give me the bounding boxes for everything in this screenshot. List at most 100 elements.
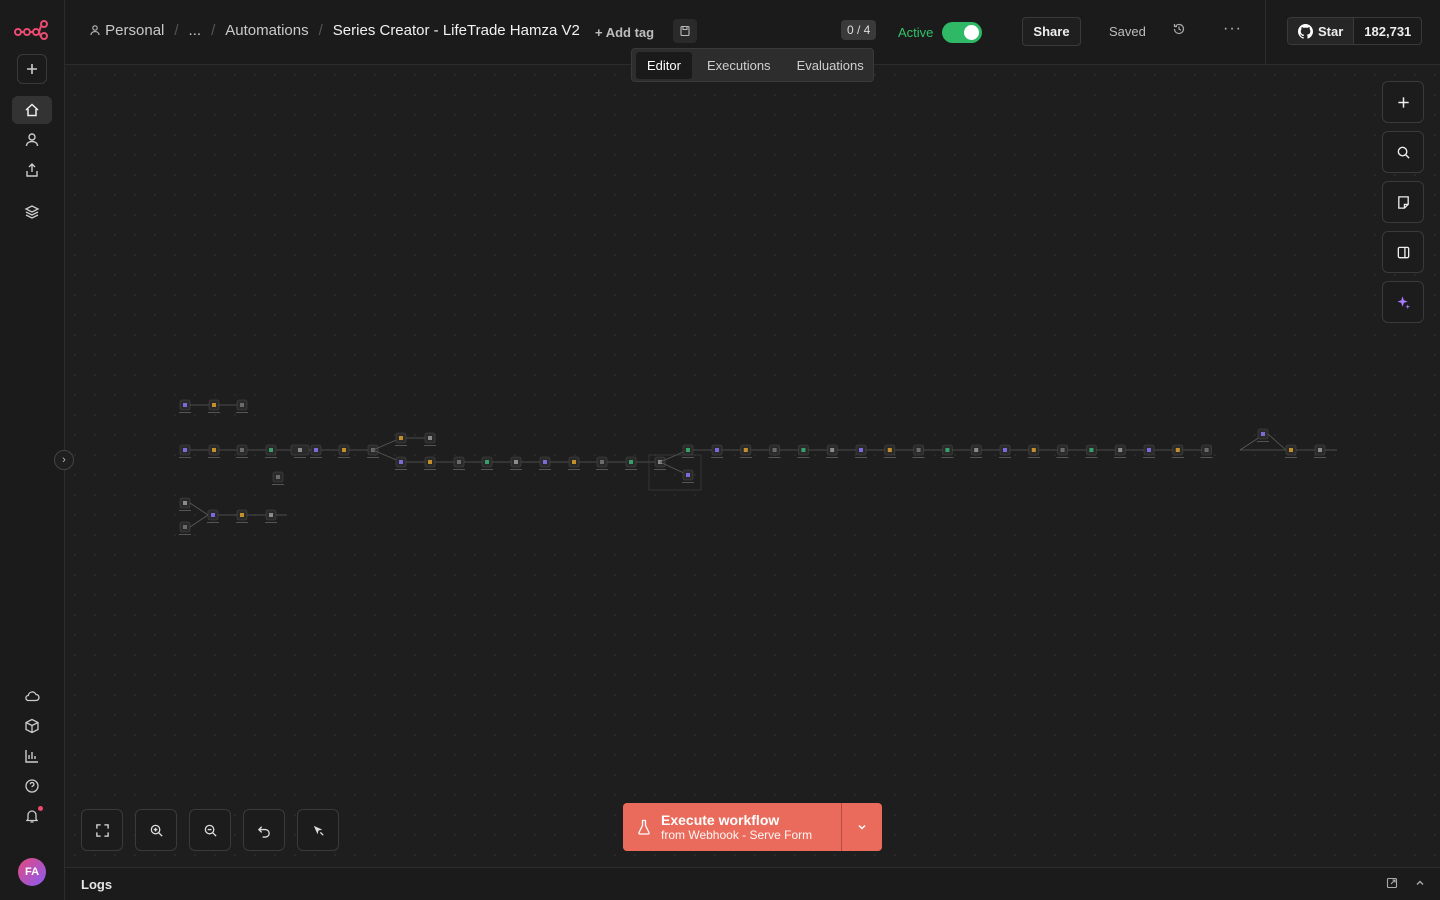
- tidy-up-button[interactable]: [297, 809, 339, 851]
- workflow-title[interactable]: Series Creator - LifeTrade Hamza V2: [333, 22, 580, 39]
- workflow-node[interactable]: [682, 444, 694, 458]
- workflow-node[interactable]: [1027, 444, 1040, 458]
- workflow-node[interactable]: [510, 456, 522, 470]
- workflow-node[interactable]: [970, 444, 983, 458]
- more-options-button[interactable]: ···: [1223, 20, 1242, 38]
- workflow-node[interactable]: [912, 444, 925, 458]
- undo-button[interactable]: [243, 809, 285, 851]
- workflow-node[interactable]: [179, 521, 191, 535]
- workflow-node[interactable]: [481, 456, 493, 470]
- workflow-node[interactable]: [395, 456, 407, 470]
- execute-trigger-dropdown[interactable]: [841, 803, 882, 851]
- sidebar-item-help[interactable]: [12, 772, 52, 800]
- workflow-node[interactable]: [711, 444, 723, 458]
- archive-icon[interactable]: [673, 19, 697, 43]
- workflow-node[interactable]: [1285, 444, 1297, 458]
- pop-out-icon[interactable]: [1386, 877, 1398, 892]
- toggle-panel-button[interactable]: [1382, 231, 1424, 273]
- workflow-node[interactable]: [1200, 444, 1213, 458]
- workflow-node[interactable]: [453, 456, 465, 470]
- workflow-node[interactable]: [855, 444, 867, 458]
- workflow-node[interactable]: [236, 509, 248, 523]
- github-star-count[interactable]: 182,731: [1354, 18, 1421, 44]
- workflow-node[interactable]: [265, 444, 277, 458]
- breadcrumb-ellipsis[interactable]: ...: [189, 22, 202, 39]
- avatar[interactable]: FA: [18, 858, 46, 886]
- workflow-nodes-layer: [179, 399, 1337, 535]
- chart-icon: [25, 750, 38, 763]
- workflow-node[interactable]: [310, 444, 322, 458]
- workflow-canvas[interactable]: [65, 65, 1440, 867]
- sidebar-item-overview[interactable]: [12, 96, 52, 124]
- zoom-in-button[interactable]: [135, 809, 177, 851]
- workflow-node[interactable]: [424, 432, 436, 446]
- workflow-node[interactable]: [1114, 444, 1127, 458]
- workflow-node[interactable]: [682, 469, 694, 483]
- execute-workflow-button[interactable]: Execute workflow from Webhook - Serve Fo…: [623, 803, 841, 851]
- workflow-node[interactable]: [272, 471, 284, 485]
- workflow-node[interactable]: [265, 509, 277, 523]
- workflow-node[interactable]: [1171, 444, 1184, 458]
- add-node-button[interactable]: [1382, 81, 1424, 123]
- fit-view-button[interactable]: [81, 809, 123, 851]
- workflow-node[interactable]: [826, 444, 839, 458]
- n8n-logo[interactable]: [14, 18, 48, 42]
- workflow-node[interactable]: [999, 444, 1011, 458]
- sidebar-item-shared[interactable]: [12, 156, 52, 184]
- active-label: Active: [898, 25, 934, 40]
- workflow-node[interactable]: [625, 456, 637, 470]
- workflow-node[interactable]: [338, 444, 350, 458]
- workflow-node[interactable]: [1314, 444, 1326, 458]
- create-button[interactable]: [17, 54, 47, 84]
- workflow-node[interactable]: [883, 444, 896, 458]
- sidebar-item-cloud[interactable]: [12, 682, 52, 710]
- add-tag-button[interactable]: + Add tag: [595, 25, 654, 40]
- workflow-node[interactable]: [596, 456, 608, 470]
- logs-panel[interactable]: Logs: [65, 867, 1440, 900]
- workflow-node[interactable]: [179, 497, 191, 511]
- workflow-node[interactable]: [568, 456, 580, 470]
- workflow-node[interactable]: [941, 444, 954, 458]
- workflow-node[interactable]: [1056, 444, 1069, 458]
- workflow-node[interactable]: [207, 509, 219, 523]
- workflow-node[interactable]: [179, 399, 191, 413]
- chevron-up-icon[interactable]: [1414, 877, 1426, 892]
- tab-evaluations[interactable]: Evaluations: [786, 52, 875, 79]
- sidebar-item-personal[interactable]: [12, 126, 52, 154]
- workflow-node[interactable]: [236, 444, 248, 458]
- search-nodes-button[interactable]: [1382, 131, 1424, 173]
- share-button[interactable]: Share: [1022, 17, 1081, 46]
- sidebar-item-templates[interactable]: [12, 198, 52, 226]
- breadcrumb-personal[interactable]: Personal: [89, 22, 164, 39]
- breadcrumb-folder[interactable]: Automations: [225, 22, 308, 39]
- workflow-node[interactable]: [768, 444, 781, 458]
- ai-assistant-button[interactable]: [1382, 281, 1424, 323]
- add-sticky-note-button[interactable]: [1382, 181, 1424, 223]
- workflow-node[interactable]: [424, 456, 436, 470]
- workflow-node[interactable]: [208, 444, 220, 458]
- sidebar-item-insights[interactable]: [12, 742, 52, 770]
- github-star-widget[interactable]: Star 182,731: [1287, 17, 1423, 45]
- github-star-button[interactable]: Star: [1288, 18, 1355, 44]
- workflow-node[interactable]: [1085, 444, 1098, 458]
- workflow-node[interactable]: [395, 432, 407, 446]
- zoom-out-button[interactable]: [189, 809, 231, 851]
- workflow-node[interactable]: [290, 444, 310, 458]
- workflow-node[interactable]: [739, 444, 752, 458]
- workflow-node[interactable]: [236, 399, 248, 413]
- tab-editor[interactable]: Editor: [636, 51, 692, 79]
- production-checklist-counter[interactable]: 0 / 4: [841, 20, 877, 40]
- history-icon[interactable]: [1172, 22, 1186, 41]
- workflow-node[interactable]: [1257, 428, 1269, 442]
- sidebar-item-packages[interactable]: [12, 712, 52, 740]
- tab-executions[interactable]: Executions: [696, 52, 782, 79]
- workflow-node[interactable]: [208, 399, 220, 413]
- workflow-node[interactable]: [179, 444, 191, 458]
- workflow-node[interactable]: [797, 444, 810, 458]
- expand-sidebar-button[interactable]: ›: [54, 450, 74, 470]
- sidebar-item-notifications[interactable]: [12, 802, 52, 830]
- active-toggle[interactable]: [942, 22, 982, 43]
- workflow-node[interactable]: [1143, 444, 1155, 458]
- workflow-node[interactable]: [539, 456, 551, 470]
- workflow-node[interactable]: [654, 456, 666, 470]
